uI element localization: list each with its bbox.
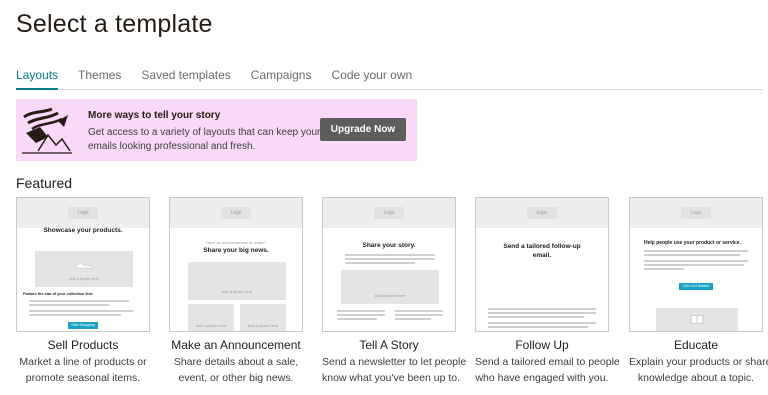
preview-text-line [337, 318, 377, 320]
template-card-tell-a-story[interactable]: Logo Share your story. Add a photo here … [322, 197, 467, 386]
template-card-sell-products[interactable]: Logo Showcase your products. Add a photo… [16, 197, 150, 386]
card-description: Send a tailored email to people who have… [475, 354, 620, 386]
preview-logo: Logo [527, 207, 557, 219]
card-description: Send a newsletter to let people know wha… [322, 354, 467, 386]
card-title: Tell A Story [359, 338, 419, 352]
preview-feature-text: Feature the star of your collection firs… [23, 292, 94, 296]
preview-photo-label: Add a photo here [374, 293, 406, 298]
upgrade-banner: More ways to tell your story Get access … [16, 99, 417, 161]
preview-text-line [395, 310, 443, 312]
template-tabs: Layouts Themes Saved templates Campaigns… [16, 68, 764, 90]
preview-headline: Help people use your product or service. [644, 240, 741, 246]
preview-text-line [488, 326, 588, 328]
preview-header: Logo [630, 198, 762, 228]
card-description-line: knowledge about a topic. [637, 372, 755, 384]
preview-text-line [345, 258, 435, 260]
upgrade-now-button[interactable]: Upgrade Now [320, 118, 406, 141]
preview-headline: Share your big news. [203, 247, 269, 254]
preview-logo: Logo [221, 207, 251, 219]
banner-text: Get access to a variety of layouts that … [88, 127, 321, 152]
card-title: Follow Up [515, 338, 569, 352]
preview-text-line [644, 250, 748, 252]
template-preview[interactable]: Logo Help people use your product or ser… [629, 197, 763, 332]
preview-text-line [644, 260, 748, 262]
card-description-line: event, or other big news. [178, 372, 294, 384]
preview-photo-label: Add a photo here [195, 323, 227, 328]
preview-button: Start Shopping [68, 322, 98, 329]
template-card-follow-up[interactable]: Logo Send a tailored follow-up email. Fo… [475, 197, 620, 386]
card-description-line: Share details about a sale, [173, 356, 299, 368]
preview-photo-placeholder: Add a photo here [240, 304, 286, 331]
preview-text-line [29, 310, 133, 312]
template-preview[interactable]: Logo Share your story. Add a photo here [322, 197, 456, 332]
card-description-line: know what you've been up to. [322, 372, 461, 384]
preview-text-line [337, 310, 385, 312]
preview-text-line [29, 304, 109, 306]
card-description-line: Explain your products or share [629, 356, 768, 368]
preview-photo-placeholder: Add a photo here [188, 304, 234, 331]
book-icon [690, 314, 704, 324]
card-description: Explain your products or share knowledge… [629, 354, 768, 386]
preview-button: Let's Get Started [679, 283, 713, 290]
preview-kicker: Have an announcement to make? [205, 240, 267, 245]
shoe-icon [75, 262, 93, 269]
card-title: Make an Announcement [171, 338, 301, 352]
banner-title: More ways to tell your story [88, 110, 221, 121]
preview-text-line [345, 262, 415, 264]
preview-headline: Send a tailored follow-up email. [503, 243, 581, 259]
preview-photo-label: Add a photo here [221, 289, 253, 294]
card-description-line: Send a newsletter to let people [322, 356, 467, 368]
preview-header: Logo [17, 198, 149, 228]
tab-code-your-own[interactable]: Code your own [331, 68, 412, 90]
preview-logo: Logo [681, 207, 711, 219]
preview-photo-placeholder: Add a photo here [188, 262, 286, 300]
preview-photo-label: Add a photo here [247, 323, 279, 328]
preview-photo-placeholder: Add a photo here [341, 270, 439, 304]
preview-text-line [29, 300, 129, 302]
card-description: Share details about a sale, event, or ot… [169, 354, 303, 386]
preview-header: Logo [476, 198, 608, 228]
preview-logo: Logo [68, 207, 98, 219]
card-title: Sell Products [47, 338, 119, 352]
illustration-icon [22, 107, 72, 154]
preview-text-line [395, 314, 443, 316]
preview-text-line [29, 314, 121, 316]
card-title: Educate [673, 338, 719, 352]
card-description-line: Market a line of products or [19, 356, 147, 368]
template-preview[interactable]: Logo Have an announcement to make? Share… [169, 197, 303, 332]
preview-text-line [488, 312, 596, 314]
card-description: Market a line of products or promote sea… [16, 354, 150, 386]
preview-header: Logo [170, 198, 302, 228]
preview-text-line [337, 314, 385, 316]
preview-logo: Logo [374, 207, 404, 219]
preview-text-line [644, 268, 684, 270]
card-description-line: promote seasonal items. [25, 372, 141, 384]
tab-layouts[interactable]: Layouts [16, 68, 59, 90]
tab-saved-templates[interactable]: Saved templates [141, 68, 230, 90]
preview-headline: Showcase your products. [43, 227, 123, 234]
preview-photo-placeholder: Add a photo here [35, 251, 133, 287]
preview-text-line [488, 316, 584, 318]
page-title: Select a template [16, 10, 213, 38]
featured-heading: Featured [16, 175, 73, 191]
tab-themes[interactable]: Themes [78, 68, 121, 90]
template-preview[interactable]: Logo Showcase your products. Add a photo… [16, 197, 150, 332]
preview-photo-placeholder [656, 308, 738, 331]
preview-text-line [488, 322, 596, 324]
card-description-line: Send a tailored email to people [475, 356, 620, 368]
template-card-educate[interactable]: Logo Help people use your product or ser… [629, 197, 768, 386]
template-preview[interactable]: Logo Send a tailored follow-up email. [475, 197, 609, 332]
preview-headline: Share your story. [362, 242, 416, 249]
preview-text-line [345, 254, 435, 256]
preview-header: Logo [323, 198, 455, 228]
preview-text-line [488, 308, 596, 310]
preview-text-line [644, 264, 744, 266]
tab-campaigns[interactable]: Campaigns [251, 68, 312, 90]
preview-text-line [395, 318, 431, 320]
preview-photo-label: Add a photo here [68, 276, 100, 281]
preview-text-line [644, 254, 740, 256]
card-description-line: who have engaged with you. [475, 372, 609, 384]
template-card-make-an-announcement[interactable]: Logo Have an announcement to make? Share… [169, 197, 303, 386]
